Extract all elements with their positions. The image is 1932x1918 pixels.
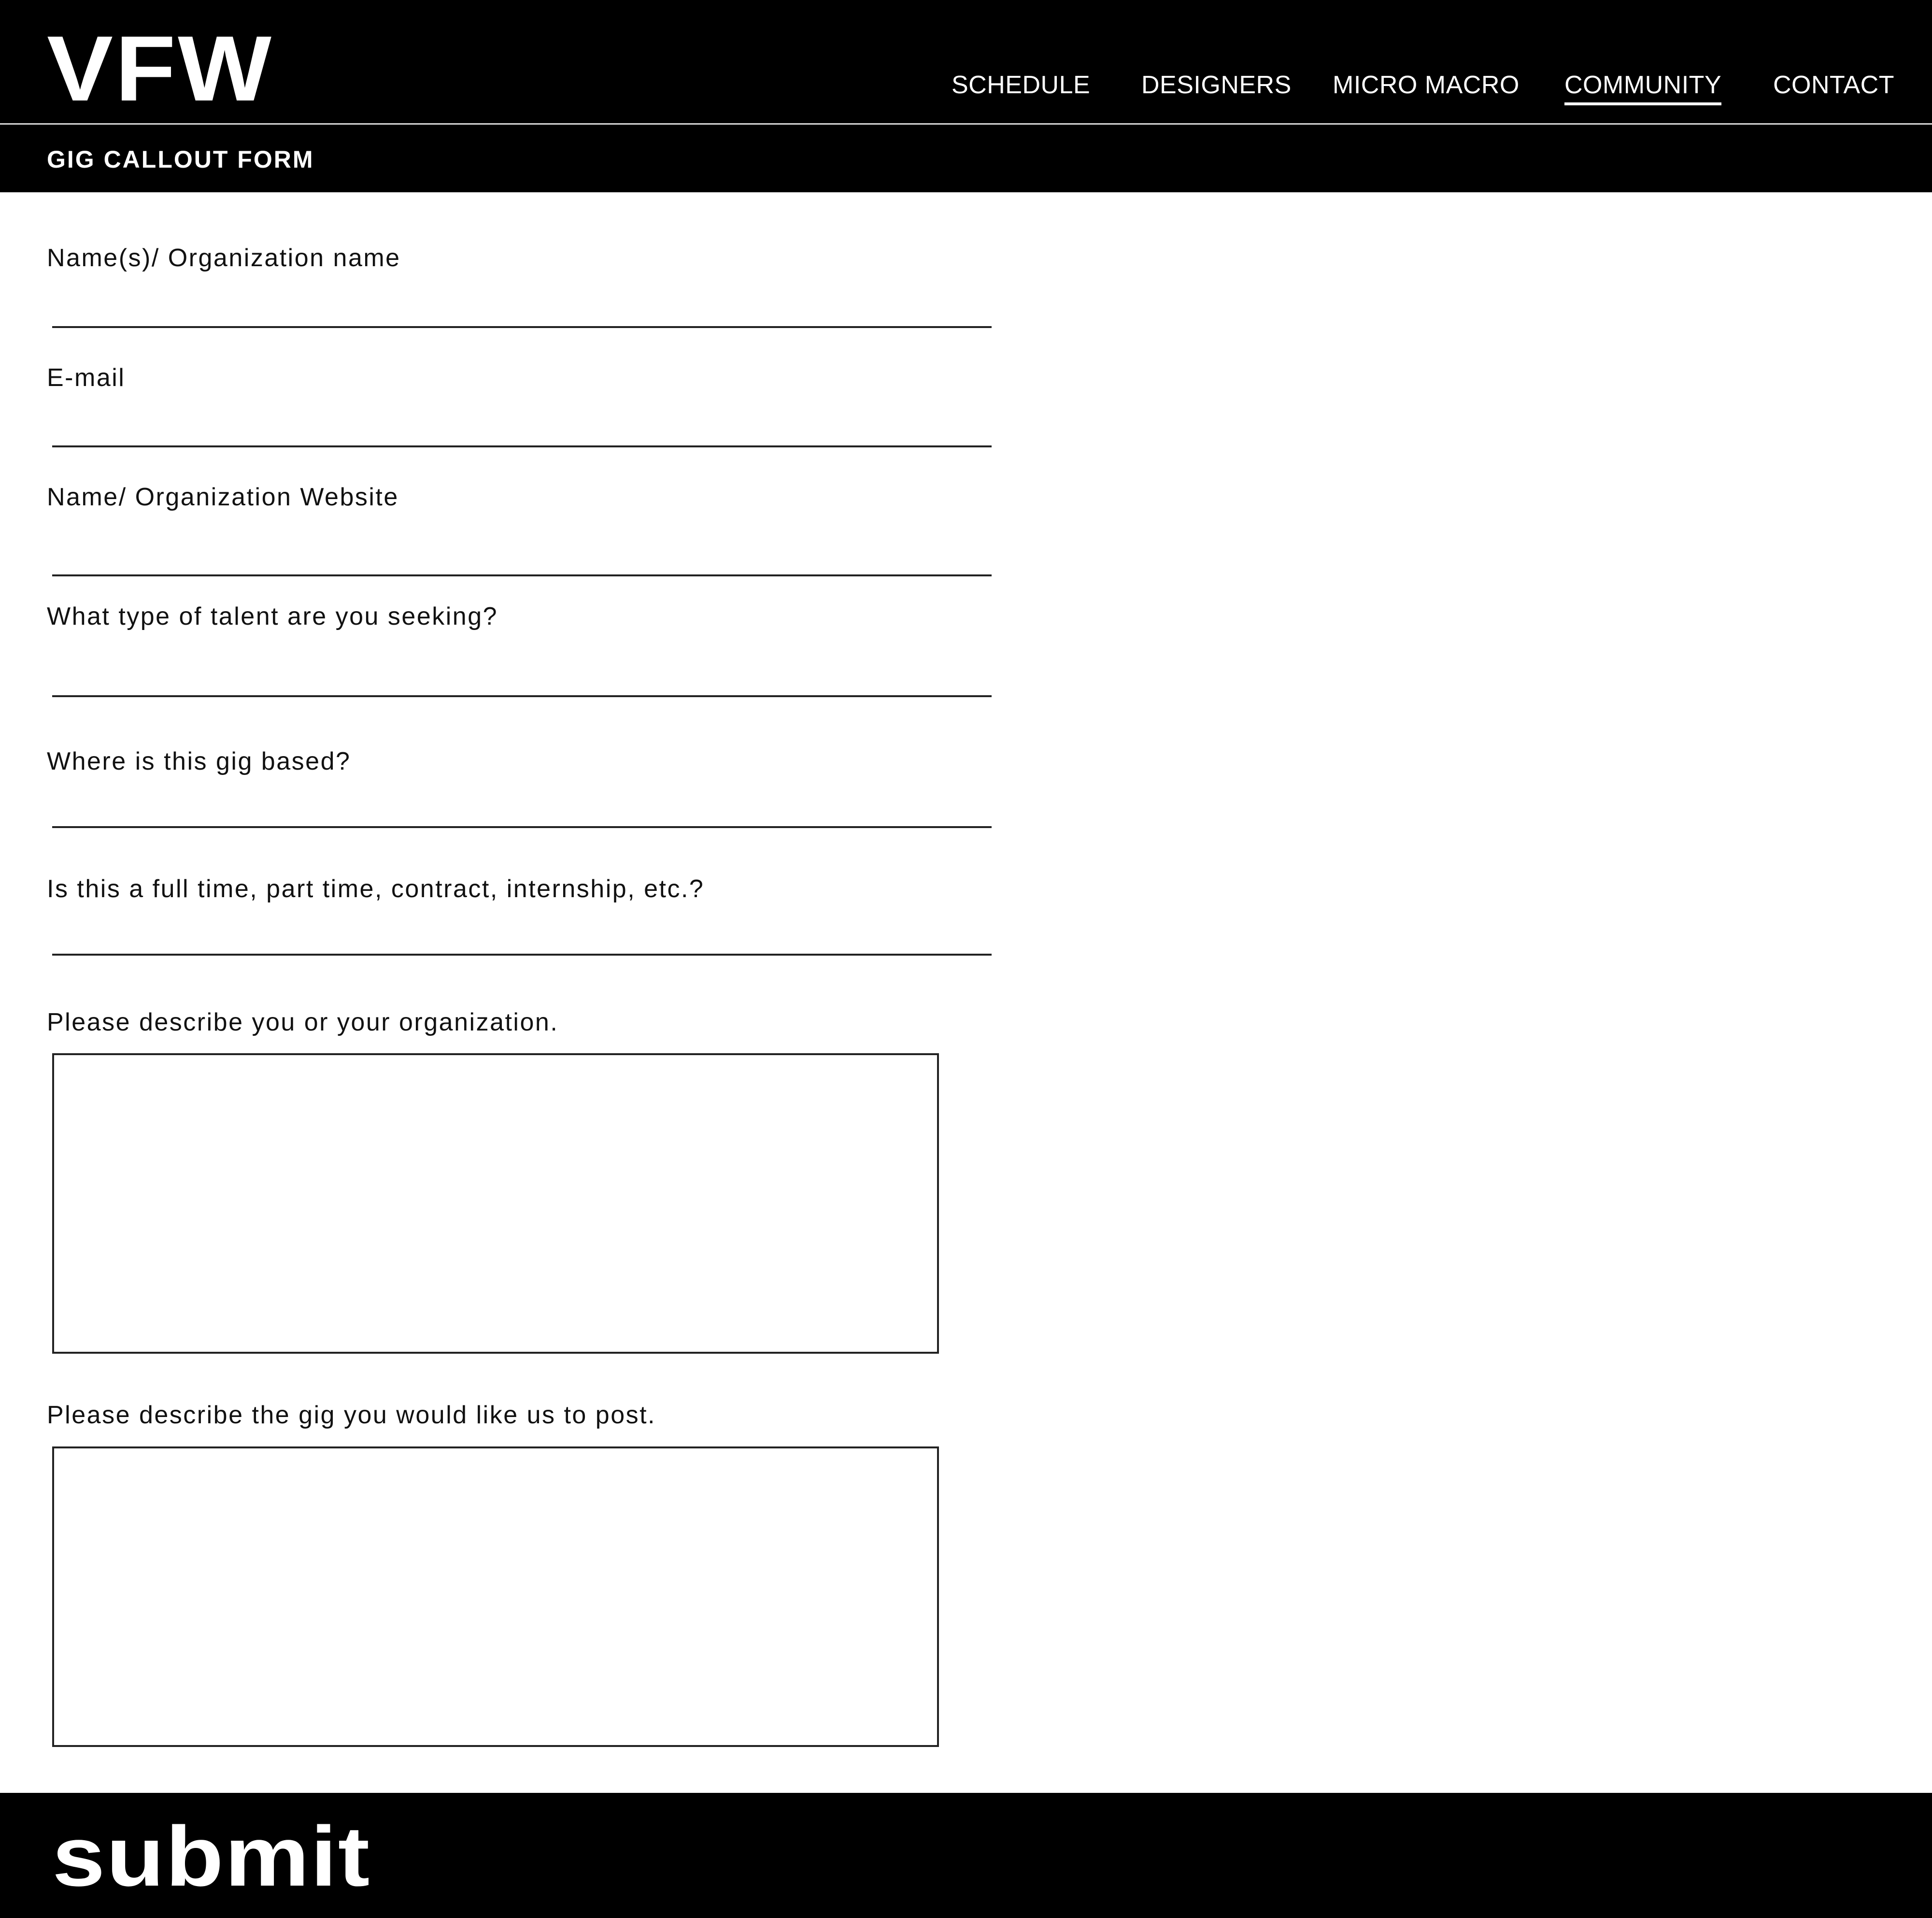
gig-description-textarea[interactable] bbox=[52, 1446, 939, 1747]
field-label-gig-description: Please describe the gig you would like u… bbox=[47, 1401, 656, 1429]
field-label-organization-description: Please describe you or your organization… bbox=[47, 1008, 559, 1036]
field-label-talent: What type of talent are you seeking? bbox=[47, 602, 498, 630]
name-organization-input[interactable] bbox=[52, 292, 992, 328]
location-input[interactable] bbox=[52, 792, 992, 828]
field-label-name: Name(s)/ Organization name bbox=[47, 244, 401, 272]
vfw-logo[interactable]: VFW bbox=[47, 22, 273, 115]
organization-description-textarea[interactable] bbox=[52, 1053, 939, 1354]
field-label-location: Where is this gig based? bbox=[47, 747, 351, 775]
website-input[interactable] bbox=[52, 541, 992, 576]
top-navigation-bar: VFW SCHEDULE DESIGNERS MICRO MACRO COMMU… bbox=[0, 0, 1932, 125]
nav-designers[interactable]: DESIGNERS bbox=[1141, 71, 1292, 100]
field-label-website: Name/ Organization Website bbox=[47, 483, 399, 511]
submit-button[interactable]: submit bbox=[52, 1811, 371, 1903]
gig-type-input[interactable] bbox=[52, 920, 992, 956]
nav-schedule[interactable]: SCHEDULE bbox=[952, 71, 1090, 100]
field-label-email: E-mail bbox=[47, 364, 126, 392]
email-input[interactable] bbox=[52, 412, 992, 447]
nav-micro-macro[interactable]: MICRO MACRO bbox=[1333, 71, 1520, 100]
page-title: GIG CALLOUT FORM bbox=[47, 146, 314, 173]
talent-input[interactable] bbox=[52, 661, 992, 697]
field-label-gig-type: Is this a full time, part time, contract… bbox=[47, 875, 705, 903]
nav-contact[interactable]: CONTACT bbox=[1773, 71, 1894, 100]
nav-community[interactable]: COMMUNITY bbox=[1564, 71, 1722, 105]
